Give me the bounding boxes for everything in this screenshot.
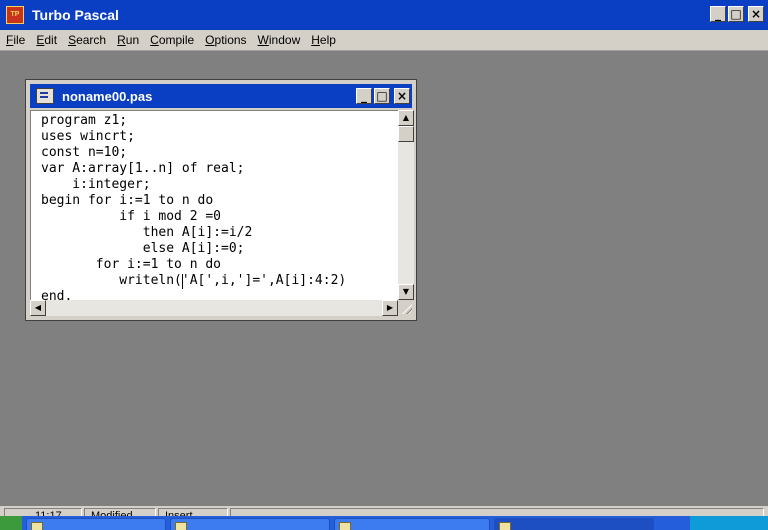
- vertical-scroll-thumb[interactable]: [398, 126, 414, 142]
- code-line: if i mod 2 =0: [41, 209, 222, 224]
- code-editor[interactable]: program z1; uses wincrt; const n=10; var…: [30, 110, 398, 300]
- code-line: then A[i]:=i/2: [41, 225, 253, 240]
- editor-window[interactable]: noname00.pas _ □ × program z1; uses winc…: [25, 79, 417, 321]
- menu-options[interactable]: Options: [199, 33, 251, 47]
- window-icon: [339, 522, 351, 530]
- menu-compile[interactable]: Compile: [144, 33, 199, 47]
- code-line: const n=10;: [41, 145, 128, 160]
- minimize-button[interactable]: _: [710, 6, 726, 22]
- turbo-pascal-app: TP Turbo Pascal _ □ × File Edit Search R…: [0, 0, 768, 530]
- turbo-pascal-icon: [499, 522, 511, 530]
- window-icon: [31, 522, 43, 530]
- status-message: [230, 508, 764, 516]
- windows-taskbar: [0, 516, 768, 530]
- scroll-left-icon[interactable]: ◀: [30, 300, 46, 316]
- code-line: program z1;: [41, 113, 128, 128]
- editor-close-button[interactable]: ×: [394, 88, 410, 104]
- pascal-document-icon: [36, 88, 54, 104]
- menu-help[interactable]: Help: [305, 33, 341, 47]
- close-button[interactable]: ×: [748, 6, 764, 22]
- horizontal-scrollbar[interactable]: ◀ ▶: [30, 300, 398, 316]
- menu-search[interactable]: Search: [62, 33, 111, 47]
- turbo-pascal-icon: TP: [6, 6, 24, 24]
- taskbar-button[interactable]: [170, 518, 330, 530]
- scroll-up-icon[interactable]: ▲: [398, 110, 414, 126]
- code-line: for i:=1 to n do: [41, 257, 222, 272]
- vertical-scrollbar[interactable]: ▲ ▼: [398, 110, 414, 300]
- status-insert-mode: Insert: [158, 508, 228, 516]
- menu-bar: File Edit Search Run Compile Options Win…: [0, 30, 768, 51]
- app-title: Turbo Pascal: [32, 7, 119, 23]
- code-line: writeln('A[',i,']=',A[i]:4:2): [41, 273, 347, 288]
- code-line: i:integer;: [41, 177, 151, 192]
- code-line: uses wincrt;: [41, 129, 135, 144]
- taskbar-button-turbo-pascal[interactable]: [494, 518, 654, 530]
- menu-edit[interactable]: Edit: [30, 33, 62, 47]
- code-line: begin for i:=1 to n do: [41, 193, 214, 208]
- app-title-bar[interactable]: TP Turbo Pascal _ □ ×: [0, 0, 768, 30]
- resize-grip-icon[interactable]: [398, 300, 414, 316]
- editor-minimize-button[interactable]: _: [356, 88, 372, 104]
- editor-maximize-button[interactable]: □: [374, 88, 390, 104]
- scroll-right-icon[interactable]: ▶: [382, 300, 398, 316]
- status-bar: 11:17 Modified Insert: [0, 506, 768, 516]
- maximize-button[interactable]: □: [728, 6, 744, 22]
- start-button[interactable]: [0, 516, 22, 530]
- editor-title-bar[interactable]: noname00.pas _ □ ×: [30, 84, 412, 108]
- taskbar-button[interactable]: [26, 518, 166, 530]
- code-line: var A:array[1..n] of real;: [41, 161, 245, 176]
- editor-title: noname00.pas: [62, 88, 153, 104]
- text-caret: [181, 274, 183, 289]
- code-line: else A[i]:=0;: [41, 241, 245, 256]
- menu-file[interactable]: File: [0, 33, 30, 47]
- status-modified: Modified: [84, 508, 156, 516]
- menu-run[interactable]: Run: [111, 33, 144, 47]
- menu-window[interactable]: Window: [252, 33, 306, 47]
- code-line: end.: [41, 289, 73, 300]
- scroll-down-icon[interactable]: ▼: [398, 284, 414, 300]
- status-position: 11:17: [4, 508, 82, 516]
- folder-icon: [175, 522, 187, 530]
- taskbar-button[interactable]: [334, 518, 490, 530]
- system-tray: [690, 516, 768, 530]
